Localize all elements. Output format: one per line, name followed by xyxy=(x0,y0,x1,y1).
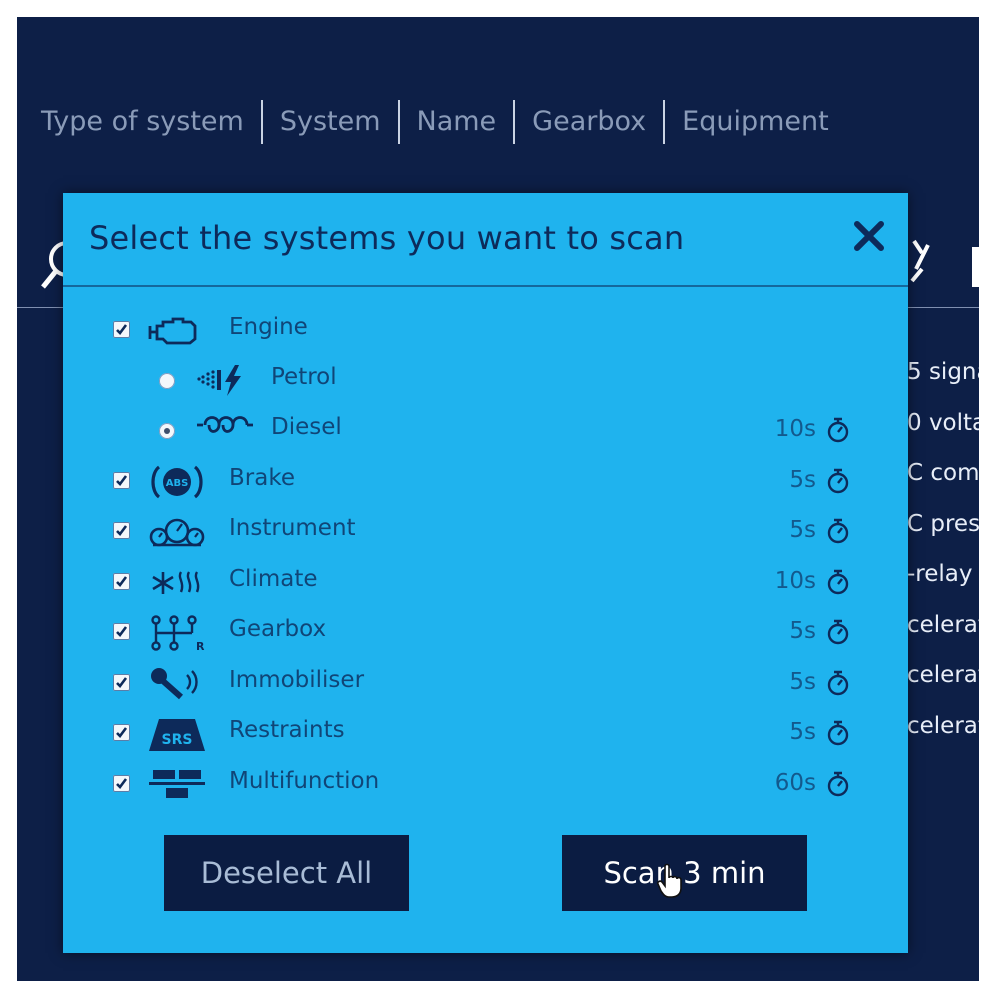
breadcrumb-system[interactable]: System xyxy=(260,100,398,144)
scan-time: 5s xyxy=(789,669,816,695)
stopwatch-icon xyxy=(826,670,850,700)
immobiliser-key-icon xyxy=(147,665,207,703)
breadcrumb-type-of-system[interactable]: Type of system xyxy=(41,100,261,144)
scan-time: 60s xyxy=(774,770,816,796)
instrument-checkbox[interactable] xyxy=(113,522,130,539)
close-icon[interactable] xyxy=(852,219,886,253)
list-item: C comp xyxy=(907,460,979,486)
multifunction-checkbox[interactable] xyxy=(113,775,130,792)
petrol-icon xyxy=(195,362,255,400)
list-item: celerat xyxy=(907,712,979,739)
scan-time: 5s xyxy=(789,618,816,644)
stopwatch-icon xyxy=(826,569,850,599)
immobiliser-checkbox[interactable] xyxy=(113,674,130,691)
system-label: Petrol xyxy=(271,364,337,390)
scan-time: 5s xyxy=(789,719,816,745)
breadcrumb-equipment[interactable]: Equipment xyxy=(663,100,846,144)
stopwatch-icon xyxy=(826,771,850,801)
stopwatch-icon xyxy=(826,619,850,649)
scan-time: 10s xyxy=(774,568,816,594)
hand-cursor-icon xyxy=(656,863,686,903)
list-item: celerat xyxy=(907,662,979,688)
svg-text:R: R xyxy=(196,640,205,652)
scan-systems-dialog: Select the systems you want to scan Engi… xyxy=(63,193,908,953)
deselect-all-button[interactable]: Deselect All xyxy=(164,835,409,911)
system-row-multifunction: Multifunction 60s xyxy=(63,760,908,810)
system-row-climate: Climate 10s xyxy=(63,558,908,608)
dialog-title: Select the systems you want to scan xyxy=(89,219,685,257)
stopwatch-icon xyxy=(826,417,850,447)
multifunction-icon xyxy=(147,766,207,804)
background-signal-list: 5 signa 0 volta C comp C press -relay ce… xyxy=(907,347,979,751)
system-row-brake: ABS Brake 5s xyxy=(63,457,908,507)
breadcrumb: Type of system System Name Gearbox Equip… xyxy=(41,97,846,147)
abs-brake-icon: ABS xyxy=(147,463,207,501)
climate-checkbox[interactable] xyxy=(113,573,130,590)
breadcrumb-gearbox[interactable]: Gearbox xyxy=(513,100,663,144)
system-row-restraints: SRS Restraints 5s xyxy=(63,709,908,759)
system-row-instrument: Instrument 5s xyxy=(63,507,908,557)
system-label: Restraints xyxy=(229,717,345,743)
brake-checkbox[interactable] xyxy=(113,472,130,489)
gearbox-checkbox[interactable] xyxy=(113,623,130,640)
system-label: Immobiliser xyxy=(229,667,365,693)
engine-checkbox[interactable] xyxy=(113,321,130,338)
instrument-cluster-icon xyxy=(147,513,207,551)
dialog-divider xyxy=(63,285,908,287)
system-row-diesel: Diesel 10s xyxy=(63,406,908,456)
engine-icon xyxy=(147,312,207,350)
system-label: Climate xyxy=(229,566,318,592)
system-row-engine: Engine xyxy=(63,306,908,356)
scan-time: 10s xyxy=(774,416,816,442)
svg-text:SRS: SRS xyxy=(162,732,193,748)
petrol-radio[interactable] xyxy=(159,373,175,389)
climate-icon xyxy=(147,564,207,602)
list-item: celerat xyxy=(907,611,979,638)
system-label: Engine xyxy=(229,314,308,340)
scan-time: 5s xyxy=(789,467,816,493)
list-item: 0 volta xyxy=(907,409,979,436)
srs-airbag-icon: SRS xyxy=(147,715,207,753)
system-row-gearbox: R Gearbox 5s xyxy=(63,608,908,658)
diesel-radio[interactable] xyxy=(159,423,175,439)
list-item: -relay xyxy=(907,561,973,587)
stopwatch-icon xyxy=(826,720,850,750)
list-item: C press xyxy=(907,510,979,537)
restraints-checkbox[interactable] xyxy=(113,724,130,741)
svg-text:ABS: ABS xyxy=(166,478,189,489)
system-label: Instrument xyxy=(229,515,356,541)
system-label: Diesel xyxy=(271,414,342,440)
gearbox-icon: R xyxy=(147,614,207,653)
scan-time: 5s xyxy=(789,517,816,543)
stopwatch-icon xyxy=(826,468,850,498)
system-row-immobiliser: Immobiliser 5s xyxy=(63,659,908,709)
system-label: Brake xyxy=(229,465,295,491)
system-label: Gearbox xyxy=(229,616,327,642)
stopwatch-icon xyxy=(826,518,850,548)
breadcrumb-name[interactable]: Name xyxy=(397,100,514,144)
system-row-petrol: Petrol xyxy=(63,356,908,406)
tools-icon[interactable] xyxy=(902,235,979,299)
diesel-icon xyxy=(195,412,255,450)
system-label: Multifunction xyxy=(229,768,380,794)
list-item: 5 signa xyxy=(907,359,979,385)
